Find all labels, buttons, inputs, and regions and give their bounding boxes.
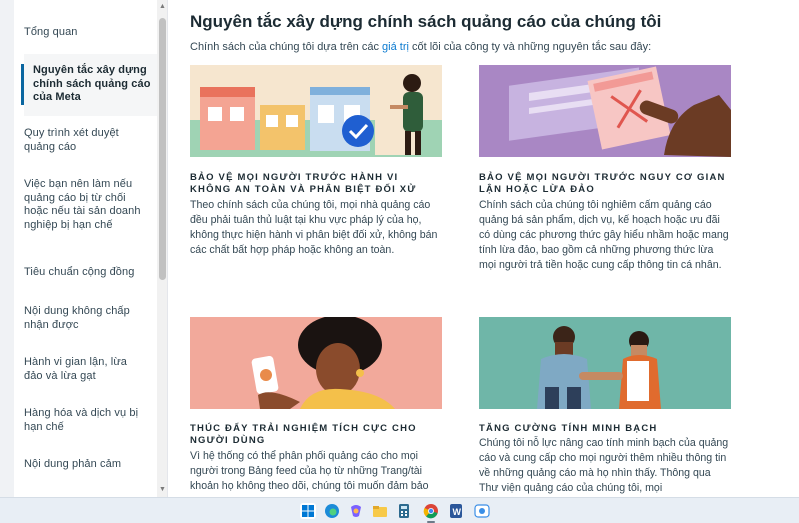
card-illustration-storefront xyxy=(190,65,442,157)
card-heading-transparency: TĂNG CƯỜNG TÍNH MINH BẠCH xyxy=(479,423,658,434)
card-heading-fraud: BẢO VỆ MỌI NGƯỜI TRƯỚC NGUY CƠ GIAN LẬN … xyxy=(479,172,726,195)
word-icon[interactable]: W xyxy=(448,503,464,519)
scroll-thumb[interactable] xyxy=(159,18,166,280)
card-illustration-fraud xyxy=(479,65,731,157)
chrome-icon[interactable] xyxy=(423,503,439,519)
sidebar-item-review-process[interactable]: Quy trình xét duyệt quảng cáo xyxy=(24,127,148,154)
windows-taskbar: W xyxy=(0,497,799,523)
sidebar-item-overview[interactable]: Tổng quan xyxy=(24,26,148,40)
values-link[interactable]: giá trị xyxy=(382,41,409,53)
card-illustration-user-experience xyxy=(190,317,442,409)
intro-text: Chính sách của chúng tôi dựa trên các gi… xyxy=(190,41,651,53)
sidebar-item-policy-principles[interactable]: Nguyên tắc xây dựng chính sách quảng cáo… xyxy=(21,64,157,105)
sidebar-nav: Tổng quan Nguyên tắc xây dựng chính sách… xyxy=(0,0,168,497)
card-heading-user-experience: THÚC ĐẨY TRẢI NGHIỆM TÍCH CỰC CHO NGƯỜI … xyxy=(190,423,417,446)
svg-text:W: W xyxy=(453,507,462,517)
sidebar-item-fraud-scams[interactable]: Hành vi gian lận, lừa đảo và lừa gạt xyxy=(24,356,148,383)
card-illustration-transparency xyxy=(479,317,731,409)
sidebar-edge xyxy=(0,0,14,497)
intro-text-end: cốt lõi của công ty và những nguyên tắc … xyxy=(408,41,652,53)
user-experience-illustration-svg xyxy=(251,317,395,409)
calculator-icon[interactable] xyxy=(396,503,412,519)
sidebar-scrollbar[interactable]: ▲ ▼ xyxy=(157,0,167,497)
sidebar-item-objectionable-content[interactable]: Nội dung phản cảm xyxy=(24,458,148,472)
windows-start-icon[interactable] xyxy=(300,503,316,519)
card-body-fraud: Chính sách của chúng tôi nghiêm cấm quản… xyxy=(479,199,729,271)
card-body-user-experience: Vì hệ thống có thể phân phối quảng cáo c… xyxy=(190,450,429,492)
scroll-down-arrow-icon[interactable]: ▼ xyxy=(158,485,167,494)
card-heading-safety: BẢO VỆ MỌI NGƯỜI TRƯỚC HÀNH VI KHÔNG AN … xyxy=(190,172,417,195)
fraud-illustration-svg xyxy=(509,66,731,157)
sidebar-item-community-standards[interactable]: Tiêu chuẩn cộng đồng xyxy=(24,266,148,280)
copilot-icon[interactable] xyxy=(348,503,364,519)
card-body-transparency: Chúng tôi nỗ lực nâng cao tính minh bạch… xyxy=(479,437,729,494)
sidebar-item-unacceptable-content[interactable]: Nội dung không chấp nhận được xyxy=(24,305,148,332)
storefront-illustration-svg xyxy=(190,74,442,157)
other-app-icon[interactable] xyxy=(474,503,490,519)
transparency-illustration-svg xyxy=(537,326,661,409)
main-content: Nguyên tắc xây dựng chính sách quảng cáo… xyxy=(190,0,799,497)
sidebar-item-rejected-ads[interactable]: Việc bạn nên làm nếu quảng cáo bị từ chố… xyxy=(24,178,148,232)
page-title: Nguyên tắc xây dựng chính sách quảng cáo… xyxy=(190,12,662,31)
file-explorer-icon[interactable] xyxy=(372,503,388,519)
edge-icon[interactable] xyxy=(324,503,340,519)
intro-text-start: Chính sách của chúng tôi dựa trên các xyxy=(190,41,383,53)
scroll-up-arrow-icon[interactable]: ▲ xyxy=(158,2,167,11)
card-body-safety: Theo chính sách của chúng tôi, mọi nhà q… xyxy=(190,199,438,256)
sidebar-item-restricted-goods[interactable]: Hàng hóa và dịch vụ bị hạn chế xyxy=(24,407,148,434)
